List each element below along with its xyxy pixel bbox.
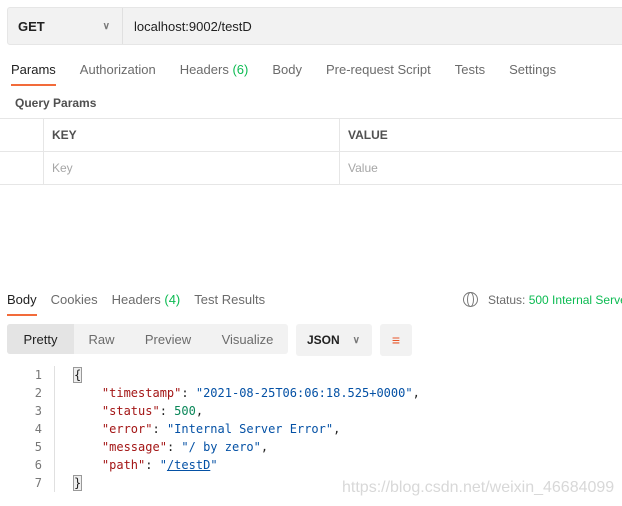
value-input[interactable]: Value — [340, 152, 622, 184]
preview-button[interactable]: Preview — [129, 324, 207, 354]
line-number: 4 — [34, 422, 42, 436]
method-label: GET — [18, 18, 45, 34]
line-number: 3 — [34, 404, 42, 418]
status-label: Status: — [488, 292, 526, 307]
format-label: JSON — [307, 333, 340, 347]
code-line: 6 "path": "/testD" — [0, 456, 420, 474]
tab-settings[interactable]: Settings — [509, 62, 556, 86]
code-line: 4 "error": "Internal Server Error", — [0, 420, 420, 438]
code-line: 2 "timestamp": "2021-08-25T06:06:18.525+… — [0, 384, 420, 402]
json-key: "timestamp" — [101, 386, 182, 400]
line-number: 7 — [34, 476, 42, 490]
globe-icon[interactable] — [463, 292, 478, 307]
tab-response-headers[interactable]: Headers (4) — [112, 292, 181, 316]
table-header: KEY VALUE — [0, 119, 622, 152]
params-table: KEY VALUE Key Value — [0, 118, 622, 185]
open-brace: { — [73, 367, 83, 383]
tab-test-results[interactable]: Test Results — [194, 292, 265, 316]
chevron-down-icon: ∨ — [102, 20, 110, 32]
key-input[interactable]: Key — [44, 152, 340, 184]
tab-label: Headers — [179, 62, 229, 77]
json-key: "message" — [101, 440, 167, 454]
json-value: "2021-08-25T06:06:18.525+0000" — [195, 386, 413, 400]
row-checkbox — [0, 152, 44, 184]
tab-response-body[interactable]: Body — [7, 292, 37, 316]
tab-pre-request-script[interactable]: Pre-request Script — [326, 62, 431, 86]
code-line: 1{ — [0, 366, 420, 384]
tab-body[interactable]: Body — [272, 62, 302, 86]
chevron-down-icon: ∨ — [352, 334, 360, 346]
request-tabs: Params Authorization Headers (6) Body Pr… — [11, 62, 580, 86]
tab-headers[interactable]: Headers (6) — [180, 62, 249, 86]
tab-params[interactable]: Params — [11, 62, 56, 86]
pretty-button[interactable]: Pretty — [7, 324, 74, 354]
response-tabs: Body Cookies Headers (4) Test Results — [7, 292, 279, 316]
code-line: 3 "status": 500, — [0, 402, 420, 420]
url-input[interactable]: localhost:9002/testD — [123, 19, 252, 34]
value-header: VALUE — [348, 128, 388, 142]
json-value: 500 — [174, 404, 196, 418]
wrap-lines-icon[interactable]: ≡ — [380, 324, 412, 356]
table-row: Key Value — [0, 152, 622, 185]
line-number: 2 — [34, 386, 42, 400]
json-value: "/ by zero" — [181, 440, 261, 454]
headers-count: (4) — [164, 292, 181, 307]
view-mode-toggle: Pretty Raw Preview Visualize — [7, 324, 288, 354]
code-line: 5 "message": "/ by zero", — [0, 438, 420, 456]
line-number: 5 — [34, 440, 42, 454]
line-number: 1 — [34, 368, 42, 382]
close-brace: } — [73, 475, 83, 491]
headers-count: (6) — [232, 62, 249, 77]
line-number: 6 — [34, 458, 42, 472]
tab-label: Headers — [111, 292, 161, 307]
path-link[interactable]: /testD — [167, 458, 210, 472]
query-params-title: Query Params — [15, 96, 97, 110]
method-select[interactable]: GET ∨ — [8, 8, 123, 44]
json-key: "status" — [101, 404, 160, 418]
tab-tests[interactable]: Tests — [455, 62, 485, 86]
watermark: https://blog.csdn.net/weixin_46684099 — [342, 479, 615, 496]
json-key: "path" — [101, 458, 146, 472]
response-status: Status: 500 Internal Serve — [463, 292, 622, 307]
visualize-button[interactable]: Visualize — [207, 324, 288, 354]
json-value: "Internal Server Error" — [166, 422, 334, 436]
key-header: KEY — [44, 119, 340, 151]
tab-authorization[interactable]: Authorization — [80, 62, 156, 86]
tab-cookies[interactable]: Cookies — [51, 292, 98, 316]
status-value: 500 Internal Serve — [528, 292, 622, 307]
url-bar: GET ∨ localhost:9002/testD — [7, 7, 622, 45]
format-select[interactable]: JSON ∨ — [296, 324, 372, 356]
checkbox-column — [0, 119, 44, 151]
raw-button[interactable]: Raw — [74, 324, 129, 354]
response-body-code: 1{ 2 "timestamp": "2021-08-25T06:06:18.5… — [0, 366, 420, 492]
json-key: "error" — [101, 422, 153, 436]
